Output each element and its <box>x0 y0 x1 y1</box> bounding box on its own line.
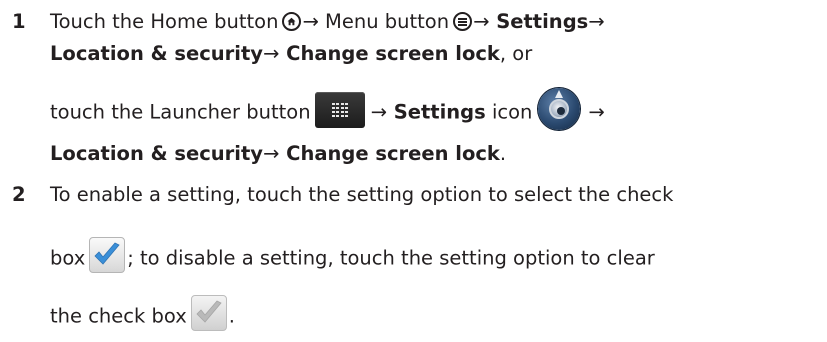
arrow-glyph: → <box>263 42 280 65</box>
settings-term: Settings <box>386 100 486 124</box>
arrow-glyph: → <box>588 100 605 124</box>
instruction-text: box <box>50 246 86 270</box>
change-screen-lock-term: Change screen lock <box>279 142 500 165</box>
change-screen-lock-term: Change screen lock <box>279 42 500 65</box>
instruction-text: Menu button <box>318 10 450 33</box>
instruction-text: , or <box>499 42 533 65</box>
instruction-text: Touch the Home button <box>50 10 279 33</box>
step-number: 2 <box>12 183 26 206</box>
step-1-line-2: Location & security→ Change screen lock,… <box>50 42 532 66</box>
step-2-line-1: To enable a setting, touch the setting o… <box>50 183 673 207</box>
menu-button-icon <box>453 12 473 31</box>
arrow-glyph: → <box>263 142 280 165</box>
checkbox-selected-icon <box>89 237 126 273</box>
step-2-line-3: the check box. <box>50 295 235 335</box>
step-number: 1 <box>12 10 26 33</box>
home-button-icon <box>282 12 302 31</box>
arrow-glyph: → <box>473 10 490 33</box>
launcher-button-icon <box>314 92 365 128</box>
instruction-text: the check box <box>50 304 187 328</box>
location-security-term: Location & security <box>50 42 264 65</box>
instruction-text: touch the Launcher button <box>50 100 311 124</box>
instruction-text: . <box>499 142 507 165</box>
step-2-line-2: box ; to disable a setting, touch the set… <box>50 237 655 277</box>
settings-term: Settings <box>489 10 589 33</box>
step-1-line-4: Location & security→ Change screen lock. <box>50 142 506 166</box>
arrow-glyph: → <box>302 10 319 33</box>
instructions-document: 1 Touch the Home button → Menu button → Se… <box>0 0 827 342</box>
settings-app-icon <box>538 88 581 130</box>
instruction-text: ; to disable a setting, touch the settin… <box>127 246 655 270</box>
step-1-line-3: touch the Launcher button → Settings icon… <box>50 88 605 134</box>
location-security-term: Location & security <box>50 142 264 165</box>
arrow-glyph: → <box>370 100 387 124</box>
instruction-text: To enable a setting, touch the setting o… <box>50 183 674 206</box>
checkbox-cleared-icon <box>190 295 227 331</box>
step-1-line-1: Touch the Home button → Menu button → Sett… <box>50 10 605 34</box>
instruction-text: icon <box>485 100 533 124</box>
arrow-glyph: → <box>588 10 605 33</box>
instruction-text: . <box>228 304 235 328</box>
